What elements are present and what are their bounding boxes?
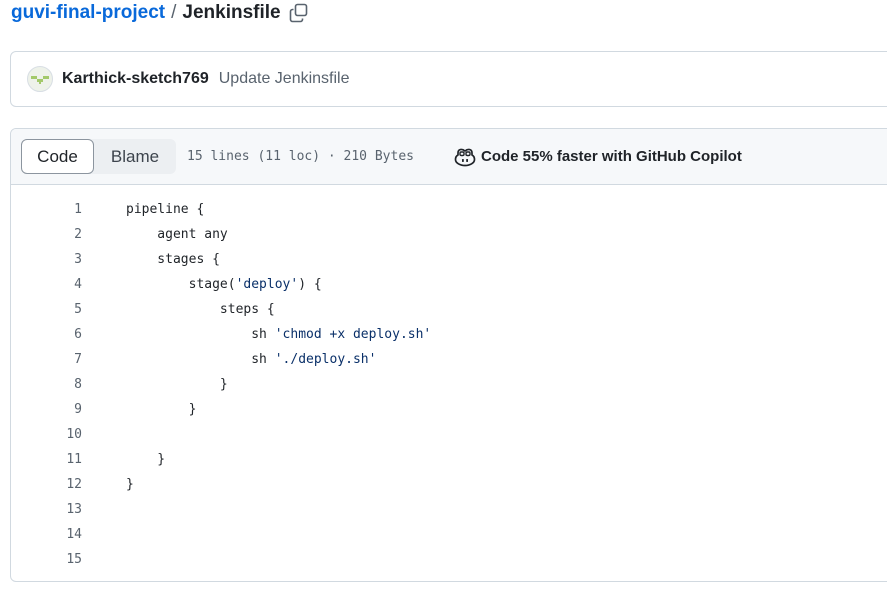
code-line: 7 sh './deploy.sh' bbox=[11, 347, 887, 372]
code-area: 1 pipeline {2 agent any 3 stages {4 stage(… bbox=[11, 185, 887, 572]
line-content: sh 'chmod +x deploy.sh' bbox=[126, 327, 431, 342]
code-text: sh bbox=[126, 352, 275, 367]
code-text: ) { bbox=[298, 277, 322, 292]
code-line: 8 } bbox=[11, 372, 887, 397]
code-line: 13 bbox=[11, 497, 887, 522]
line-number[interactable]: 4 bbox=[11, 277, 82, 292]
commit-author[interactable]: Karthick-sketch769 bbox=[62, 70, 209, 88]
latest-commit-bar: Karthick-sketch769 Update Jenkinsfile bbox=[10, 51, 887, 107]
line-number[interactable]: 2 bbox=[11, 227, 82, 242]
code-line: 15 bbox=[11, 547, 887, 572]
code-text: stages { bbox=[126, 252, 220, 267]
line-number[interactable]: 14 bbox=[11, 527, 82, 542]
line-number[interactable]: 5 bbox=[11, 302, 82, 317]
line-number[interactable]: 11 bbox=[11, 452, 82, 467]
tab-code[interactable]: Code bbox=[21, 139, 94, 174]
tab-blame[interactable]: Blame bbox=[94, 139, 176, 174]
line-number[interactable]: 1 bbox=[11, 202, 82, 217]
line-number[interactable]: 15 bbox=[11, 552, 82, 567]
code-line: 2 agent any bbox=[11, 222, 887, 247]
code-text: } bbox=[126, 477, 134, 492]
line-content: pipeline { bbox=[126, 202, 204, 217]
code-line: 6 sh 'chmod +x deploy.sh' bbox=[11, 322, 887, 347]
line-content: } bbox=[126, 452, 165, 467]
line-content: stages { bbox=[126, 252, 220, 267]
code-line: 5 steps { bbox=[11, 297, 887, 322]
code-text: } bbox=[126, 402, 197, 417]
repo-link[interactable]: guvi-final-project bbox=[11, 2, 165, 24]
code-line: 4 stage('deploy') { bbox=[11, 272, 887, 297]
code-text: pipeline { bbox=[126, 202, 205, 217]
code-text: agent any bbox=[126, 227, 228, 242]
code-string: 'chmod +x deploy.sh' bbox=[274, 327, 432, 342]
breadcrumb-separator: / bbox=[171, 2, 177, 23]
code-string: 'deploy' bbox=[235, 277, 299, 292]
line-content: } bbox=[126, 377, 228, 392]
line-content: } bbox=[126, 477, 134, 492]
copy-path-button[interactable] bbox=[289, 3, 309, 23]
code-line: 14 bbox=[11, 522, 887, 547]
breadcrumb: guvi-final-project / Jenkinsfile bbox=[11, 0, 309, 26]
copilot-text: Code 55% faster with GitHub Copilot bbox=[480, 148, 742, 165]
line-content: sh './deploy.sh' bbox=[126, 352, 376, 367]
code-line: 3 stages { bbox=[11, 247, 887, 272]
line-number[interactable]: 9 bbox=[11, 402, 82, 417]
line-number[interactable]: 7 bbox=[11, 352, 82, 367]
line-number[interactable]: 6 bbox=[11, 327, 82, 342]
line-number[interactable]: 13 bbox=[11, 502, 82, 517]
identicon-icon bbox=[31, 76, 49, 84]
line-number[interactable]: 12 bbox=[11, 477, 82, 492]
file-viewer: Code Blame 15 lines (11 loc) · 210 Bytes… bbox=[10, 128, 887, 582]
line-number[interactable]: 3 bbox=[11, 252, 82, 267]
file-stats: 15 lines (11 loc) · 210 Bytes bbox=[187, 149, 414, 164]
line-content: stage('deploy') { bbox=[126, 277, 322, 292]
code-text: } bbox=[126, 452, 166, 467]
line-content: steps { bbox=[126, 302, 275, 317]
code-line: 12} bbox=[11, 472, 887, 497]
copilot-link[interactable]: Code 55% faster with GitHub Copilot bbox=[454, 147, 742, 167]
code-line: 1 pipeline { bbox=[11, 197, 887, 222]
copilot-icon bbox=[454, 148, 476, 166]
copy-icon bbox=[289, 3, 307, 23]
code-text: steps { bbox=[126, 302, 275, 317]
file-header: Code Blame 15 lines (11 loc) · 210 Bytes… bbox=[11, 129, 887, 185]
code-line: 9 } bbox=[11, 397, 887, 422]
line-number[interactable]: 8 bbox=[11, 377, 82, 392]
code-text: stage( bbox=[126, 277, 236, 292]
commit-message[interactable]: Update Jenkinsfile bbox=[219, 70, 350, 88]
line-number[interactable]: 10 bbox=[11, 427, 82, 442]
code-text: sh bbox=[126, 327, 275, 342]
line-content: } bbox=[126, 402, 197, 417]
code-line: 11 } bbox=[11, 447, 887, 472]
line-content: agent any bbox=[126, 227, 228, 242]
code-string: './deploy.sh' bbox=[274, 352, 377, 367]
view-toggle: Code Blame bbox=[21, 139, 176, 174]
avatar[interactable] bbox=[27, 66, 53, 92]
code-text: } bbox=[126, 377, 228, 392]
code-line: 10 bbox=[11, 422, 887, 447]
file-name: Jenkinsfile bbox=[182, 2, 281, 23]
